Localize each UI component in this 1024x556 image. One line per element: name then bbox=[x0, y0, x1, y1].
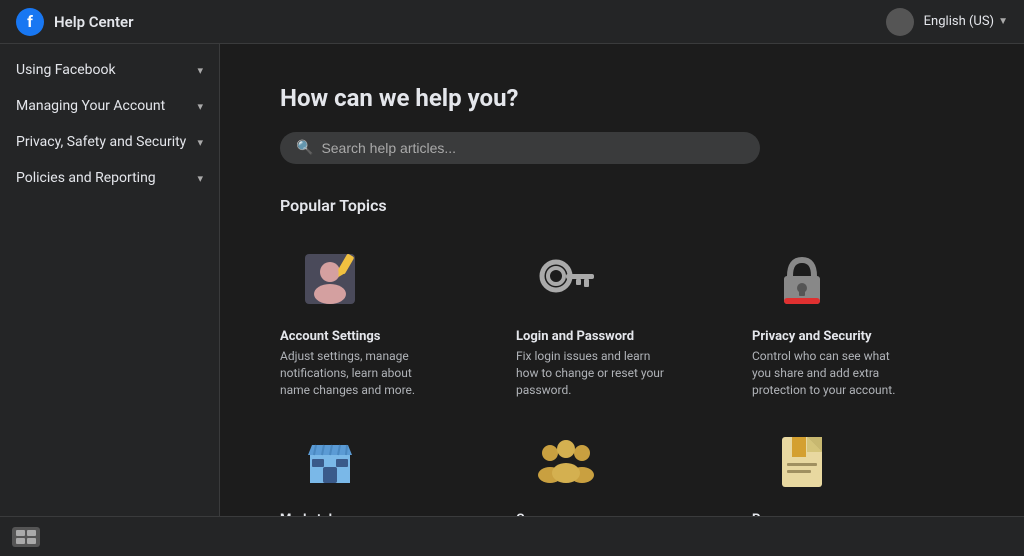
sidebar-item-label: Managing Your Account bbox=[16, 98, 165, 114]
pages-icon bbox=[752, 422, 852, 502]
search-input[interactable] bbox=[321, 140, 744, 156]
language-label: English (US) bbox=[924, 14, 994, 29]
facebook-logo-icon: f bbox=[16, 8, 44, 36]
topic-desc: Control who can see what you share and a… bbox=[752, 348, 902, 398]
topic-name: Login and Password bbox=[516, 329, 728, 344]
topic-desc: Fix login issues and learn how to change… bbox=[516, 348, 666, 398]
sidebar-item-using-facebook[interactable]: Using Facebook ▾ bbox=[0, 52, 219, 88]
chevron-icon: ▾ bbox=[197, 64, 203, 77]
header-left: f Help Center bbox=[16, 8, 134, 36]
help-title: How can we help you? bbox=[280, 84, 964, 112]
search-icon: 🔍 bbox=[296, 140, 313, 156]
topic-name: Account Settings bbox=[280, 329, 492, 344]
topics-grid: Account Settings Adjust settings, manage… bbox=[280, 239, 964, 516]
topic-card-marketplace[interactable]: Marketplace Learn how to buy and sell th… bbox=[280, 422, 492, 516]
sidebar: Using Facebook ▾ Managing Your Account ▾… bbox=[0, 44, 220, 516]
topic-card-groups[interactable]: Groups Learn how to create, manage and u… bbox=[516, 422, 728, 516]
sidebar-item-privacy-safety[interactable]: Privacy, Safety and Security ▾ bbox=[0, 124, 219, 160]
layout: Using Facebook ▾ Managing Your Account ▾… bbox=[0, 44, 1024, 516]
header: f Help Center English (US) ▼ bbox=[0, 0, 1024, 44]
marketplace-icon bbox=[280, 422, 380, 502]
sidebar-item-label: Privacy, Safety and Security bbox=[16, 134, 186, 150]
groups-icon bbox=[516, 422, 616, 502]
topic-card-pages[interactable]: Pages Learn how to create, use, follow a… bbox=[752, 422, 964, 516]
popular-topics-title: Popular Topics bbox=[280, 196, 964, 215]
sidebar-item-label: Using Facebook bbox=[16, 62, 116, 78]
header-right: English (US) ▼ bbox=[886, 8, 1008, 36]
sidebar-item-label: Policies and Reporting bbox=[16, 170, 156, 186]
topic-name: Privacy and Security bbox=[752, 329, 964, 344]
search-box[interactable]: 🔍 bbox=[280, 132, 760, 164]
avatar[interactable] bbox=[886, 8, 914, 36]
topic-card-login-password[interactable]: Login and Password Fix login issues and … bbox=[516, 239, 728, 398]
language-selector[interactable]: English (US) ▼ bbox=[924, 14, 1008, 29]
chevron-icon: ▾ bbox=[197, 100, 203, 113]
chevron-down-icon: ▼ bbox=[998, 16, 1008, 27]
chevron-icon: ▾ bbox=[197, 172, 203, 185]
login-password-icon bbox=[516, 239, 616, 319]
privacy-security-icon bbox=[752, 239, 852, 319]
account-settings-icon bbox=[280, 239, 380, 319]
bottom-bar bbox=[0, 516, 1024, 556]
topic-card-privacy-security[interactable]: Privacy and Security Control who can see… bbox=[752, 239, 964, 398]
main-content: How can we help you? 🔍 Popular Topics bbox=[220, 44, 1024, 516]
sidebar-item-policies[interactable]: Policies and Reporting ▾ bbox=[0, 160, 219, 196]
topic-card-account-settings[interactable]: Account Settings Adjust settings, manage… bbox=[280, 239, 492, 398]
header-title: Help Center bbox=[54, 13, 134, 31]
bottom-icon[interactable] bbox=[12, 527, 40, 547]
topic-desc: Adjust settings, manage notifications, l… bbox=[280, 348, 430, 398]
chevron-icon: ▾ bbox=[197, 136, 203, 149]
sidebar-item-managing-account[interactable]: Managing Your Account ▾ bbox=[0, 88, 219, 124]
